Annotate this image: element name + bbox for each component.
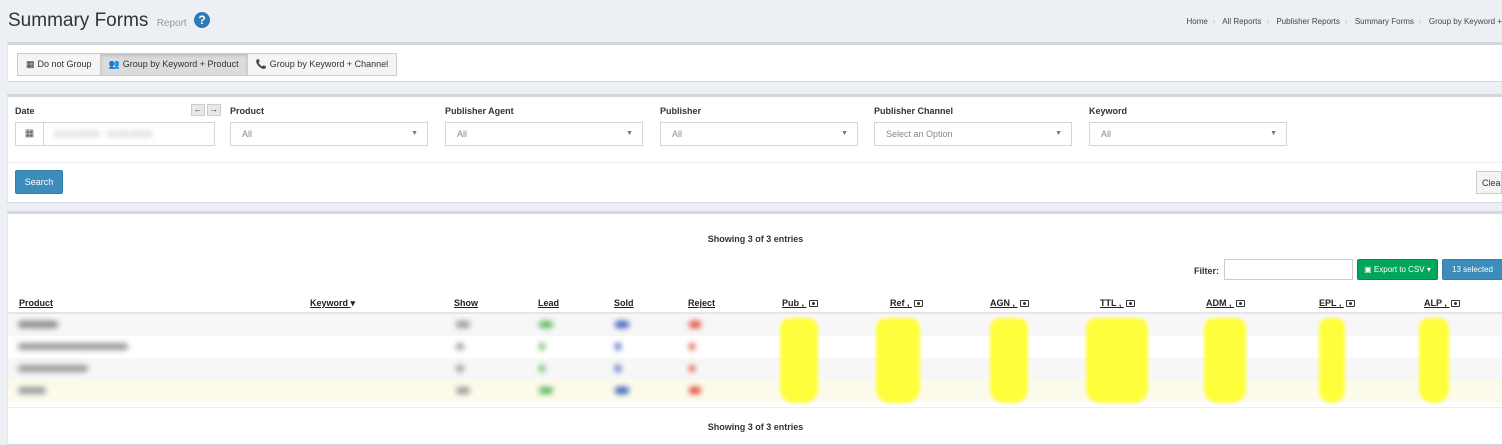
breadcrumb-all-reports[interactable]: All Reports	[1222, 17, 1261, 26]
file-excel-icon: ▣	[1364, 265, 1374, 274]
date-arrows: ← →	[191, 104, 221, 116]
filter-label: Filter:	[1194, 266, 1220, 276]
keyword-cell	[237, 338, 435, 356]
showing-entries-top: Showing 3 of 3 entries	[707, 234, 804, 244]
page-title: Summary Forms Report ?	[8, 10, 210, 32]
question-circle-icon[interactable]: ?	[193, 12, 210, 28]
results-box: Showing 3 of 3 entries Filter: ▣ Export …	[7, 211, 1502, 445]
arrow-right-icon[interactable]: →	[207, 104, 221, 116]
table-row	[8, 336, 1502, 358]
clear-button[interactable]: Clea	[1476, 171, 1502, 194]
column-header-ttl[interactable]: TTL ,	[1100, 298, 1135, 308]
eye-toggle-icon[interactable]	[808, 300, 818, 308]
breadcrumb-summary-forms[interactable]: Summary Forms	[1355, 17, 1414, 26]
page-title-text: Summary Forms	[8, 10, 149, 31]
product-field: Product All ▼	[230, 106, 428, 146]
group-keyword-product-button[interactable]: 👥 Group by Keyword + Product	[99, 53, 248, 76]
sort-desc-icon: ▾	[350, 298, 356, 308]
date-field: Date ← → ▦ 01/01/2024 - 01/31/2024	[15, 104, 221, 146]
publisher-channel-label: Publisher Channel	[874, 106, 954, 116]
product-select[interactable]: All ▼	[230, 122, 428, 146]
users-icon: 👥	[108, 59, 120, 69]
calendar-icon: ▦	[16, 123, 44, 145]
keyword-select[interactable]: All ▼	[1089, 122, 1287, 146]
column-header-reject[interactable]: Reject	[688, 298, 715, 308]
caret-down-icon: ▼	[626, 130, 633, 137]
calendar-icon: ▦	[26, 59, 35, 69]
redaction-highlight	[780, 318, 818, 403]
page-header: Summary Forms Report ? Home › All Reports…	[0, 0, 1502, 42]
eye-toggle-icon[interactable]	[1345, 300, 1355, 308]
grouping-box: ▦ Do not Group 👥 Group by Keyword + Produc…	[7, 42, 1502, 82]
caret-down-icon: ▼	[841, 130, 848, 137]
publisher-agent-select[interactable]: All ▼	[445, 122, 643, 146]
column-header-lead[interactable]: Lead	[538, 298, 559, 308]
table-bottom-divider	[8, 407, 1502, 408]
breadcrumb-publisher-reports[interactable]: Publisher Reports	[1276, 17, 1340, 26]
eye-toggle-icon[interactable]	[914, 300, 924, 308]
do-not-group-button[interactable]: ▦ Do not Group	[17, 53, 101, 76]
date-range-input[interactable]: ▦ 01/01/2024 - 01/31/2024	[15, 122, 215, 146]
search-button[interactable]: Search	[15, 170, 63, 194]
eye-toggle-icon[interactable]	[1236, 300, 1246, 308]
column-header-agn[interactable]: AGN ,	[990, 298, 1029, 308]
publisher-field: Publisher All ▼	[660, 106, 858, 146]
column-header-ref[interactable]: Ref ,	[890, 298, 924, 308]
table-total-row	[8, 380, 1502, 402]
export-csv-button[interactable]: ▣ Export to CSV ▾	[1357, 259, 1438, 280]
caret-down-icon: ▼	[411, 130, 418, 137]
redaction-highlight	[1319, 318, 1345, 403]
breadcrumb-current: Group by Keyword +	[1428, 17, 1502, 26]
showing-entries-bottom: Showing 3 of 3 entries	[707, 422, 804, 432]
column-header-sold[interactable]: Sold	[614, 298, 634, 308]
column-header-product[interactable]: Product	[19, 298, 53, 308]
publisher-agent-label: Publisher Agent	[445, 106, 514, 116]
column-header-alp[interactable]: ALP ,	[1424, 298, 1461, 308]
column-header-show[interactable]: Show	[454, 298, 478, 308]
caret-down-icon: ▼	[1055, 130, 1062, 137]
columns-select-button[interactable]: 13 selected	[1442, 259, 1502, 280]
breadcrumb: Home › All Reports › Publisher Reports › Su…	[1186, 17, 1502, 26]
publisher-agent-field: Publisher Agent All ▼	[445, 106, 643, 146]
publisher-label: Publisher	[660, 106, 702, 116]
redaction-highlight	[990, 318, 1028, 403]
publisher-select[interactable]: All ▼	[660, 122, 858, 146]
arrow-left-icon[interactable]: ←	[191, 104, 205, 116]
redaction-highlight	[1204, 318, 1246, 403]
date-range-value[interactable]: 01/01/2024 - 01/31/2024	[44, 123, 214, 145]
column-header-keyword[interactable]: Keyword ▾	[310, 298, 355, 309]
product-label: Product	[230, 106, 265, 116]
keyword-field: Keyword All ▼	[1089, 106, 1287, 146]
group-keyword-channel-button[interactable]: 📞 Group by Keyword + Channel	[246, 53, 398, 76]
filter-input[interactable]	[1224, 259, 1353, 280]
filters-divider	[8, 162, 1502, 163]
eye-toggle-icon[interactable]	[1019, 300, 1029, 308]
eye-toggle-icon[interactable]	[1451, 300, 1461, 308]
table-row	[8, 314, 1502, 336]
filters-box: Date ← → ▦ 01/01/2024 - 01/31/2024 Produ…	[7, 94, 1502, 203]
keyword-label: Keyword	[1089, 106, 1128, 116]
publisher-channel-field: Publisher Channel Select an Option ▼	[874, 106, 1072, 146]
publisher-channel-select[interactable]: Select an Option ▼	[874, 122, 1072, 146]
caret-down-icon: ▼	[1270, 130, 1277, 137]
phone-icon: 📞	[255, 59, 267, 69]
column-header-pub[interactable]: Pub ,	[782, 298, 818, 308]
redaction-highlight	[876, 318, 920, 403]
column-header-adm[interactable]: ADM ,	[1206, 298, 1246, 308]
page-subtitle: Report	[156, 18, 187, 29]
eye-toggle-icon[interactable]	[1125, 300, 1135, 308]
breadcrumb-home[interactable]: Home	[1186, 17, 1207, 26]
redaction-highlight	[1086, 318, 1148, 403]
redaction-highlight	[1419, 318, 1449, 403]
grouping-button-group: ▦ Do not Group 👥 Group by Keyword + Produc…	[17, 53, 398, 76]
table-row	[8, 358, 1502, 380]
column-header-epl[interactable]: EPL ,	[1319, 298, 1355, 308]
